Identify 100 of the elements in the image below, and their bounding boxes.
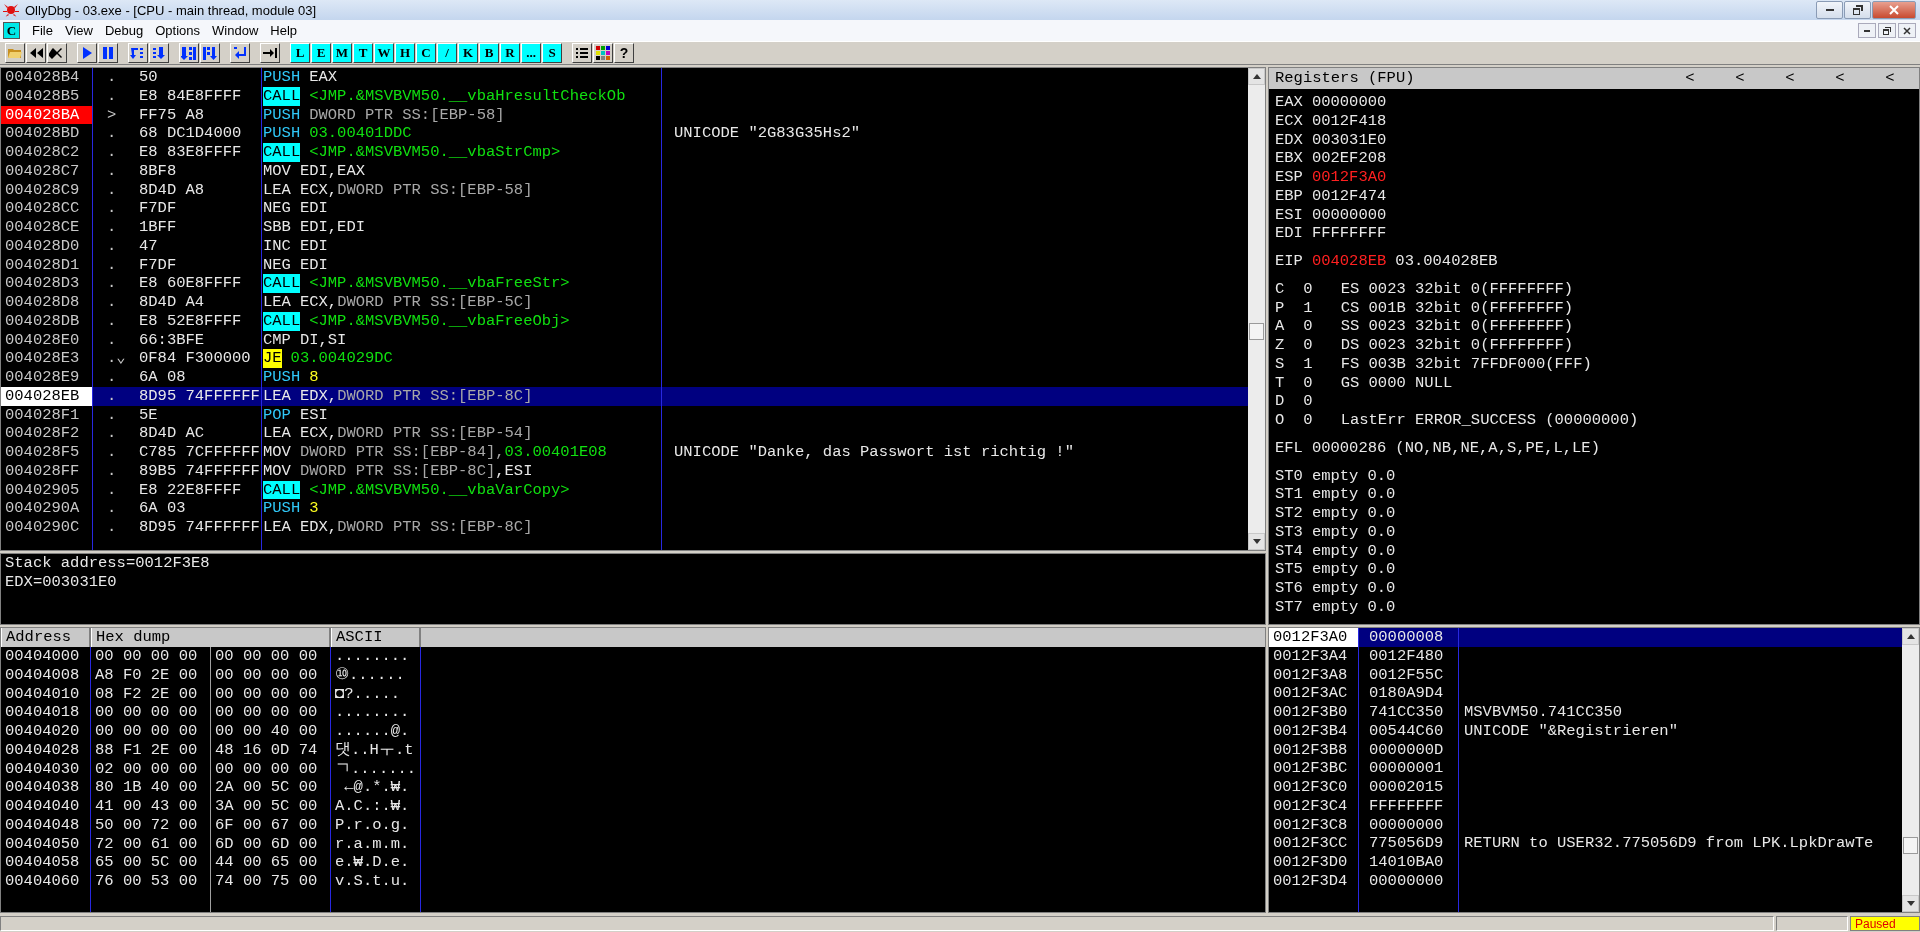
register-value[interactable]: 0012F418	[1311, 111, 1387, 130]
scroll-thumb[interactable]	[1903, 837, 1918, 855]
help-button[interactable]: ?	[614, 43, 634, 63]
code-row[interactable]: 00402905 . E8 22E8FFFF CALL <JMP.&MSVBVM50.__vbaVarCopy>	[1, 480, 1248, 500]
register-value[interactable]: 0012F3A0	[1311, 168, 1387, 186]
menu-item[interactable]: View	[60, 23, 101, 38]
menu-item[interactable]: Window	[208, 23, 267, 38]
stack-row[interactable]: 0012F3A4 0012F480	[1269, 646, 1902, 666]
scrollbar[interactable]	[1902, 628, 1919, 912]
code-row[interactable]: 004028E9 . 6A 08 PUSH 8	[1, 368, 1248, 387]
register-value[interactable]: empty	[1311, 485, 1359, 504]
code-row[interactable]: 004028FF . 89B5 74FFFFFF MOV DWORD PTR SS:[EBP-8C],ESI	[1, 461, 1248, 481]
arrow-button[interactable]: <	[1665, 69, 1715, 88]
code-row[interactable]: 004028D0 . 47 INC EDI	[1, 236, 1248, 256]
code-row[interactable]: 004028E3 .⌄ 0F84 F300000 JE 03.004029DC	[1, 349, 1248, 368]
register-value[interactable]: FFFFFFFF	[1311, 224, 1387, 243]
register-value[interactable]: 1	[1303, 298, 1313, 317]
trace-over-button[interactable]	[200, 43, 220, 63]
register-value[interactable]: empty	[1311, 560, 1359, 579]
stack-row[interactable]: 0012F3B0 741CC350 MSVBVM50.741CC350	[1269, 703, 1902, 722]
code-row[interactable]: 004028F2 . 8D4D AC LEA ECX,DWORD PTR SS:[EBP-54]	[1, 424, 1248, 443]
open-button[interactable]	[5, 43, 25, 63]
menu-item[interactable]: Debug	[100, 23, 152, 38]
stack-row[interactable]: 0012F3C8 00000000	[1269, 815, 1902, 835]
code-row[interactable]: 004028D8 . 8D4D A4 LEA ECX,DWORD PTR SS:[EBP-5C]	[1, 293, 1248, 312]
register-value[interactable]: 0	[1303, 336, 1313, 354]
shortcut-letter-button[interactable]: C	[416, 43, 436, 63]
register-value[interactable]: 002EF208	[1311, 149, 1387, 168]
shortcut-letter-button[interactable]: S	[542, 43, 562, 63]
stack-row[interactable]: 0012F3A8 0012F55C	[1269, 665, 1902, 685]
scroll-down-button[interactable]	[1902, 895, 1919, 912]
scroll-thumb[interactable]	[1249, 322, 1264, 340]
register-value[interactable]: 0	[1303, 411, 1313, 429]
register-value[interactable]: 00000000	[1311, 93, 1387, 111]
menu-item[interactable]: Options	[151, 23, 209, 38]
code-row[interactable]: 0040290A . 6A 03 PUSH 3	[1, 499, 1248, 518]
shortcut-letter-button[interactable]: M	[332, 43, 352, 63]
code-row[interactable]: 004028BA > FF75 A8 PUSH DWORD PTR SS:[EBP-58]	[1, 105, 1248, 125]
stack-row[interactable]: 0012F3BC 00000001	[1269, 759, 1902, 778]
shortcut-letter-button[interactable]: K	[458, 43, 478, 63]
arrow-button[interactable]: <	[1715, 69, 1765, 88]
close-button[interactable]	[1898, 23, 1916, 38]
register-value[interactable]: empty	[1311, 579, 1359, 597]
shortcut-letter-button[interactable]: /	[437, 43, 457, 63]
register-value[interactable]: empty	[1311, 522, 1359, 541]
minimize-button[interactable]	[1816, 1, 1843, 19]
scroll-up-button[interactable]	[1902, 628, 1919, 645]
register-value[interactable]: empty	[1311, 504, 1359, 522]
stack-row[interactable]: 0012F3B8 0000000D	[1269, 740, 1902, 760]
stack-row[interactable]: 0012F3C4 FFFFFFFF	[1269, 796, 1902, 816]
column-header[interactable]: Address	[1, 628, 91, 647]
code-row[interactable]: 004028F5 . C785 7CFFFFFF MOV DWORD PTR SS:[EBP-84],03.00401E08 UNICODE "Danke, das Passwort ist richtig !"	[1, 443, 1248, 462]
stack-row[interactable]: 0012F3C0 00002015	[1269, 778, 1902, 797]
column-header[interactable]: Hex dump	[91, 628, 331, 647]
menu-item[interactable]: File	[28, 23, 61, 38]
scroll-up-button[interactable]	[1248, 68, 1265, 85]
run-button[interactable]	[77, 43, 97, 63]
shortcut-letter-button[interactable]: H	[395, 43, 415, 63]
register-value[interactable]: empty	[1311, 466, 1359, 485]
stack-row[interactable]: 0012F3D4 00000000	[1269, 871, 1902, 891]
code-row[interactable]: 004028F1 . 5E POP ESI	[1, 405, 1248, 425]
code-row[interactable]: 004028CC . F7DF NEG EDI	[1, 199, 1248, 218]
pause-button[interactable]	[98, 43, 118, 63]
register-value[interactable]: 0	[1303, 279, 1313, 298]
register-value[interactable]: 0	[1303, 317, 1313, 336]
step-into-button[interactable]	[128, 43, 148, 63]
code-row[interactable]: 004028B4 . 50 PUSH EAX	[1, 68, 1248, 87]
execute-till-return-button[interactable]	[230, 43, 250, 63]
list-button[interactable]	[572, 43, 592, 63]
arrow-button[interactable]: <	[1815, 69, 1865, 88]
register-value[interactable]: 0012F474	[1311, 186, 1387, 205]
register-value[interactable]: 0	[1303, 392, 1313, 411]
scroll-down-button[interactable]	[1248, 533, 1265, 550]
shortcut-letter-button[interactable]: B	[479, 43, 499, 63]
code-row[interactable]: 004028EB . 8D95 74FFFFFF LEA EDX,DWORD PTR SS:[EBP-8C]	[1, 386, 1248, 406]
register-value[interactable]: 003031E0	[1311, 130, 1387, 149]
restart-button[interactable]	[26, 43, 46, 63]
code-row[interactable]: 004028D3 . E8 60E8FFFF CALL <JMP.&MSVBVM50.__vbaFreeStr>	[1, 274, 1248, 293]
trace-into-button[interactable]	[179, 43, 199, 63]
stack-row[interactable]: 0012F3A0 00000008	[1269, 628, 1902, 647]
code-row[interactable]: 004028C2 . E8 83E8FFFF CALL <JMP.&MSVBVM50.__vbaStrCmp>	[1, 143, 1248, 162]
stack-row[interactable]: 0012F3B4 00544C60 UNICODE "&Registrieren"	[1269, 721, 1902, 741]
restore-button[interactable]	[1844, 1, 1871, 19]
stack-row[interactable]: 0012F3AC 0180A9D4	[1269, 684, 1902, 703]
code-row[interactable]: 004028C7 . 8BF8 MOV EDI,EAX	[1, 161, 1248, 181]
arrow-button[interactable]: <	[1865, 69, 1915, 88]
arrow-button[interactable]: <	[1765, 69, 1815, 88]
shortcut-letter-button[interactable]: ...	[521, 43, 541, 63]
shortcut-letter-button[interactable]: T	[353, 43, 373, 63]
scrollbar[interactable]	[1248, 68, 1265, 550]
register-value[interactable]: empty	[1311, 597, 1359, 616]
register-value[interactable]: 0	[1303, 373, 1313, 392]
code-row[interactable]: 004028B5 . E8 84E8FFFF CALL <JMP.&MSVBVM50.__vbaHresultCheckOb	[1, 86, 1248, 106]
shortcut-letter-button[interactable]: E	[311, 43, 331, 63]
minimize-button[interactable]	[1858, 23, 1876, 38]
menu-item[interactable]: Help	[266, 23, 306, 38]
step-over-button[interactable]	[149, 43, 169, 63]
stack-row[interactable]: 0012F3CC 775056D9 RETURN to USER32.775056D9 from LPK.LpkDrawTe	[1269, 834, 1902, 853]
code-row[interactable]: 004028CE . 1BFF SBB EDI,EDI	[1, 218, 1248, 237]
goto-button[interactable]	[260, 43, 280, 63]
